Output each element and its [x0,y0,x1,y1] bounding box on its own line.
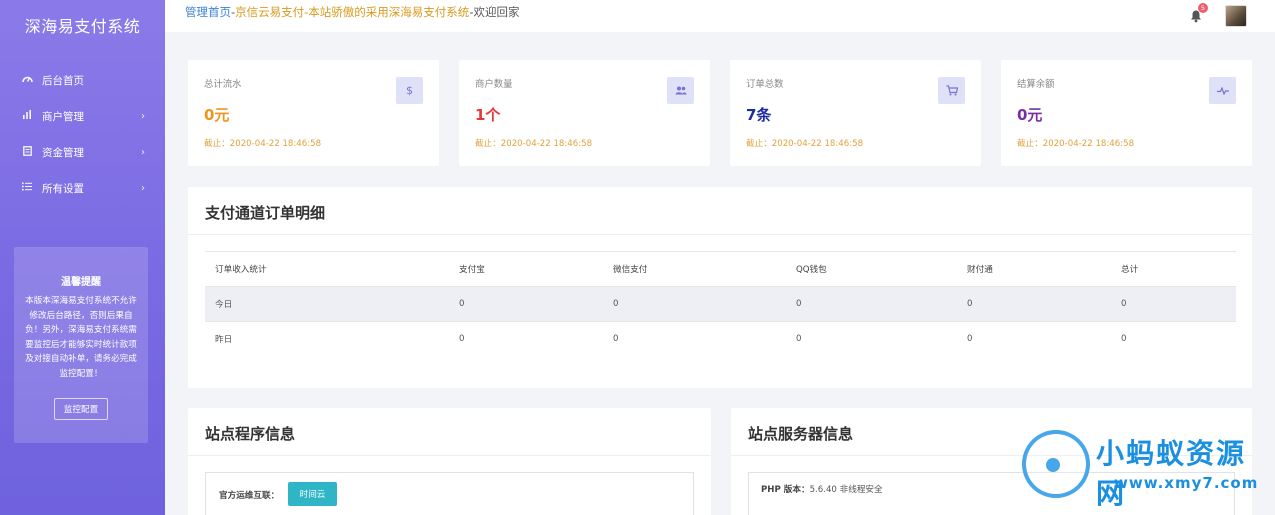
stat-card-orders: 订单总数 7条 截止：2020-04-22 18:46:58 [730,60,981,166]
table-cell: 0 [796,299,802,309]
table-cell: 0 [459,334,465,344]
watermark-title: 小蚂蚁资源网 [1096,437,1247,510]
pulse-icon [1209,77,1236,104]
column-header: QQ钱包 [796,265,827,275]
column-header: 订单收入统计 [215,265,267,275]
stat-value: 0元 [204,106,230,124]
watermark-logo-icon [1022,430,1090,498]
breadcrumb-home[interactable]: 管理首页 [185,5,231,19]
reminder-box: 温馨提醒 本版本深海易支付系统不允许修改后台路径，否则后果自负！另外，深海易支付… [14,247,148,443]
avatar[interactable] [1225,5,1247,27]
brand-title: 深海易支付系统 [24,17,141,36]
stat-card-balance: 结算余额 0元 截止：2020-04-22 18:46:58 [1001,60,1252,166]
dashboard-icon [20,74,34,86]
stat-label: 商户数量 [475,79,513,90]
table-cell: 0 [967,299,973,309]
sidebar-item-label: 资金管理 [42,146,84,159]
ops-label: 官方运维互联： [219,491,280,501]
top-bar: 管理首页-京信云易支付-本站骄傲的采用深海易支付系统-欢迎回家 5 [165,0,1275,32]
sidebar-item-label: 所有设置 [42,182,84,195]
stat-label: 结算余额 [1017,79,1055,90]
sidebar: 深海易支付系统 后台首页 商户管理 › 资金管理 › 所有设置 › 温馨提醒 本… [0,0,165,515]
panel-title: 站点服务器信息 [748,425,854,443]
breadcrumb-site: 京信云易支付 [235,5,305,19]
stat-date: 截止：2020-04-22 18:46:58 [204,139,322,149]
panel-title: 站点程序信息 [205,425,296,443]
table-cell: 0 [967,334,973,344]
list-icon [20,182,34,194]
stat-label: 订单总数 [746,79,784,90]
reminder-title: 温馨提醒 [61,277,101,288]
column-header: 微信支付 [613,265,648,275]
php-version: PHP 版本：5.6.40 非线程安全 [761,483,883,495]
divider [188,234,1252,235]
table-cell: 今日 [215,300,233,310]
column-header: 总计 [1121,265,1139,275]
table-cell: 昨日 [215,335,233,345]
stat-card-merchants: 商户数量 1个 截止：2020-04-22 18:46:58 [459,60,710,166]
stat-date: 截止：2020-04-22 18:46:58 [746,139,864,149]
php-label: PHP 版本： [761,485,810,495]
sidebar-item-label: 后台首页 [42,74,84,87]
table-header: 订单收入统计 支付宝 微信支付 QQ钱包 财付通 总计 [205,251,1236,286]
program-info-panel: 站点程序信息 官方运维互联： 时间云 [188,408,711,515]
stat-date: 截止：2020-04-22 18:46:58 [1017,139,1135,149]
stat-label: 总计流水 [204,79,242,90]
table-cell: 0 [613,334,619,344]
dollar-icon: $ [396,77,423,104]
chevron-right-icon: › [141,110,145,122]
notification-badge: 5 [1198,3,1208,13]
php-value: 5.6.40 非线程安全 [809,485,883,495]
breadcrumb-desc: -本站骄傲的采用深海易支付系统 [304,5,470,19]
stat-date: 截止：2020-04-22 18:46:58 [475,139,593,149]
bar-chart-icon [20,110,34,122]
reminder-body: 本版本深海易支付系统不允许修改后台路径，否则后果自负！另外，深海易支付系统需要监… [25,296,137,379]
sidebar-item-dashboard[interactable]: 后台首页 [0,62,165,98]
column-header: 财付通 [967,265,993,275]
stat-value: 0元 [1017,106,1043,124]
stat-card-total-flow: 总计流水 0元 截止：2020-04-22 18:46:58 $ [188,60,439,166]
sidebar-nav: 后台首页 商户管理 › 资金管理 › 所有设置 › [0,62,165,206]
divider [188,455,711,456]
column-header: 支付宝 [459,265,485,275]
stat-value: 1个 [475,106,501,124]
table-row: 昨日 0 0 0 0 0 [205,321,1236,356]
sidebar-item-label: 商户管理 [42,110,84,123]
stat-value: 7条 [746,106,772,124]
sidebar-item-settings[interactable]: 所有设置 › [0,170,165,206]
sidebar-item-funds[interactable]: 资金管理 › [0,134,165,170]
chevron-right-icon: › [141,182,145,194]
users-icon [667,77,694,104]
program-info-box: 官方运维互联： 时间云 [205,472,694,515]
table-cell: 0 [796,334,802,344]
watermark: 小蚂蚁资源网 www.xmy7.com [1022,428,1275,515]
cart-icon [938,77,965,104]
document-icon [20,145,34,159]
breadcrumb: 管理首页-京信云易支付-本站骄傲的采用深海易支付系统-欢迎回家 [185,4,519,20]
monitor-config-button[interactable]: 监控配置 [53,397,109,420]
chevron-right-icon: › [141,146,145,158]
table-cell: 0 [613,299,619,309]
panel-title: 支付通道订单明细 [205,204,326,222]
table-cell: 0 [459,299,465,309]
breadcrumb-welcome: -欢迎回家 [469,5,520,19]
table-cell: 0 [1121,299,1127,309]
time-cloud-button[interactable]: 时间云 [288,482,337,506]
sidebar-item-merchants[interactable]: 商户管理 › [0,98,165,134]
table-row: 今日 0 0 0 0 0 [205,286,1236,321]
table-cell: 0 [1121,334,1127,344]
watermark-url: www.xmy7.com [1114,474,1259,492]
